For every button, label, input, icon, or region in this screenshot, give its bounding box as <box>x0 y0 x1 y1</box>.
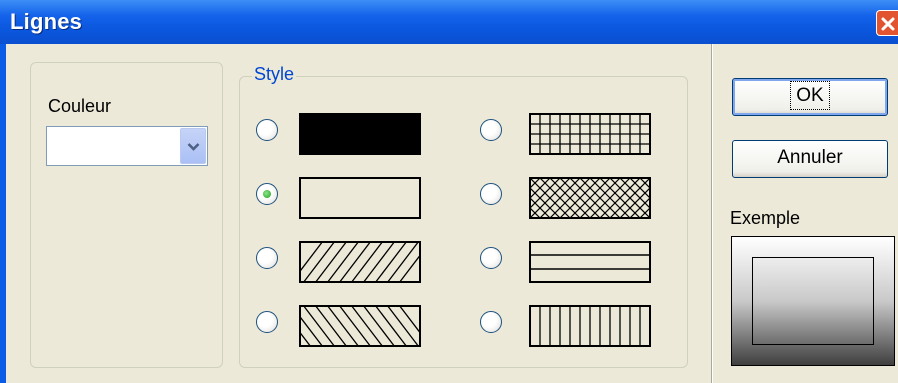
style-legend: Style <box>252 64 297 85</box>
style-radio-grid[interactable] <box>480 119 502 141</box>
title-bar[interactable]: Lignes <box>0 0 898 44</box>
style-radio-vertical[interactable] <box>480 311 502 333</box>
window-title: Lignes <box>10 9 83 34</box>
style-swatch-solid[interactable] <box>299 113 421 155</box>
style-swatch-crosshatch[interactable] <box>529 177 651 219</box>
preview-box <box>731 236 895 366</box>
style-radio-solid[interactable] <box>256 119 278 141</box>
style-swatch-vertical[interactable] <box>529 305 651 347</box>
style-swatch-diagonal-backward[interactable] <box>299 305 421 347</box>
close-button[interactable] <box>876 10 898 36</box>
ok-button-label: OK <box>790 81 830 110</box>
style-swatch-outline[interactable] <box>299 177 421 219</box>
style-radio-crosshatch[interactable] <box>480 183 502 205</box>
cancel-button[interactable]: Annuler <box>732 140 888 178</box>
ok-button[interactable]: OK <box>732 78 888 116</box>
chevron-down-icon <box>187 143 200 151</box>
style-radio-horizontal[interactable] <box>480 247 502 269</box>
preview-sample-rect <box>752 257 874 345</box>
style-swatch-grid[interactable] <box>529 113 651 155</box>
style-radio-diagonal-backward[interactable] <box>256 311 278 333</box>
style-radio-outline[interactable] <box>256 183 278 205</box>
style-swatch-diagonal-forward[interactable] <box>299 241 421 283</box>
preview-label: Exemple <box>730 208 801 228</box>
style-swatch-horizontal[interactable] <box>529 241 651 283</box>
cancel-button-label: Annuler <box>777 147 843 168</box>
color-dropdown[interactable] <box>46 126 208 166</box>
dialog-body: Couleur Style OK Annuler Exemple <box>6 44 898 383</box>
color-label: Couleur <box>48 96 112 116</box>
color-dropdown-button[interactable] <box>180 128 206 164</box>
close-icon <box>881 17 895 31</box>
dialog-window: Lignes Couleur Style OK Annuler Exemple <box>0 0 898 383</box>
panel-separator <box>711 44 713 383</box>
style-radio-diagonal-forward[interactable] <box>256 247 278 269</box>
